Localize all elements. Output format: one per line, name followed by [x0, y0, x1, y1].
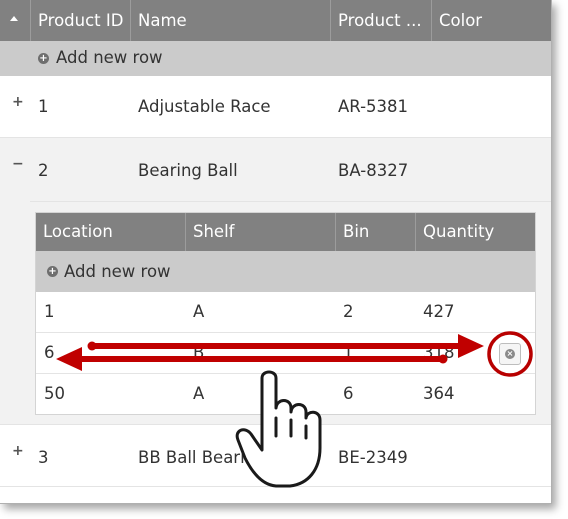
- plus-circle-icon: +: [38, 53, 49, 64]
- x-circle-icon: ×: [505, 349, 515, 359]
- add-new-row-button[interactable]: + Add new row: [0, 41, 551, 76]
- detail-add-new-row-button[interactable]: + Add new row: [36, 251, 535, 292]
- collapse-icon[interactable]: −: [12, 156, 24, 172]
- delete-row-button[interactable]: ×: [499, 343, 521, 365]
- detail-grid-header: Location Shelf Bin Quantity: [36, 213, 535, 251]
- detail-table-row-swiped[interactable]: 6 B 1 318: [36, 333, 535, 374]
- cell-shelf: B: [193, 343, 205, 362]
- cell-bin: 6: [343, 384, 354, 403]
- cell-product-id: 3: [38, 448, 49, 467]
- header-expander-column[interactable]: [0, 0, 31, 41]
- cell-product-number: BA-8327: [338, 161, 409, 180]
- cell-quantity: 318: [423, 343, 455, 362]
- detail-grid: Location Shelf Bin Quantity + Add new ro…: [35, 212, 536, 415]
- cell-product-number: AR-5381: [338, 97, 409, 116]
- cell-location: 1: [44, 302, 55, 321]
- product-grid: Product ID Name Product ... Color + Add …: [0, 0, 552, 504]
- add-new-row-label: Add new row: [56, 48, 163, 67]
- cell-location: 50: [44, 384, 65, 403]
- cell-product-id: 1: [38, 97, 49, 116]
- cell-name: Adjustable Race: [138, 97, 271, 116]
- cell-product-id: 2: [38, 161, 49, 180]
- cell-quantity: 364: [423, 384, 455, 403]
- column-header-bin[interactable]: Bin: [336, 213, 416, 251]
- column-header-shelf[interactable]: Shelf: [186, 213, 336, 251]
- column-header-product-number[interactable]: Product ...: [331, 0, 432, 41]
- sort-caret-icon: [10, 16, 18, 21]
- cell-name: Bearing Ball: [138, 161, 238, 180]
- table-row[interactable]: + 3 BB Ball Bearing BE-2349: [0, 425, 551, 487]
- cell-bin: 2: [343, 302, 354, 321]
- cell-product-number: BE-2349: [338, 448, 408, 467]
- cell-shelf: A: [193, 384, 205, 403]
- column-header-location[interactable]: Location: [36, 213, 186, 251]
- cell-bin: 1: [343, 343, 354, 362]
- column-header-product-id[interactable]: Product ID: [31, 0, 131, 41]
- column-header-color[interactable]: Color: [432, 0, 551, 41]
- table-row[interactable]: + 1 Adjustable Race AR-5381: [0, 76, 551, 138]
- detail-table-row[interactable]: 1 A 2 427: [36, 292, 535, 333]
- detail-table-row[interactable]: 50 A 6 364: [36, 374, 535, 415]
- row-divider: [30, 201, 551, 202]
- column-header-name[interactable]: Name: [131, 0, 331, 41]
- cell-quantity: 427: [423, 302, 455, 321]
- expand-icon[interactable]: +: [12, 94, 24, 110]
- grid-header: Product ID Name Product ... Color: [0, 0, 551, 41]
- expand-icon[interactable]: +: [12, 443, 24, 459]
- cell-location: 6: [44, 343, 55, 362]
- cell-name: BB Ball Bearing: [138, 448, 266, 467]
- column-header-quantity[interactable]: Quantity: [416, 213, 535, 251]
- plus-circle-icon: +: [47, 266, 58, 277]
- cell-shelf: A: [193, 302, 205, 321]
- add-new-row-label: Add new row: [64, 262, 171, 281]
